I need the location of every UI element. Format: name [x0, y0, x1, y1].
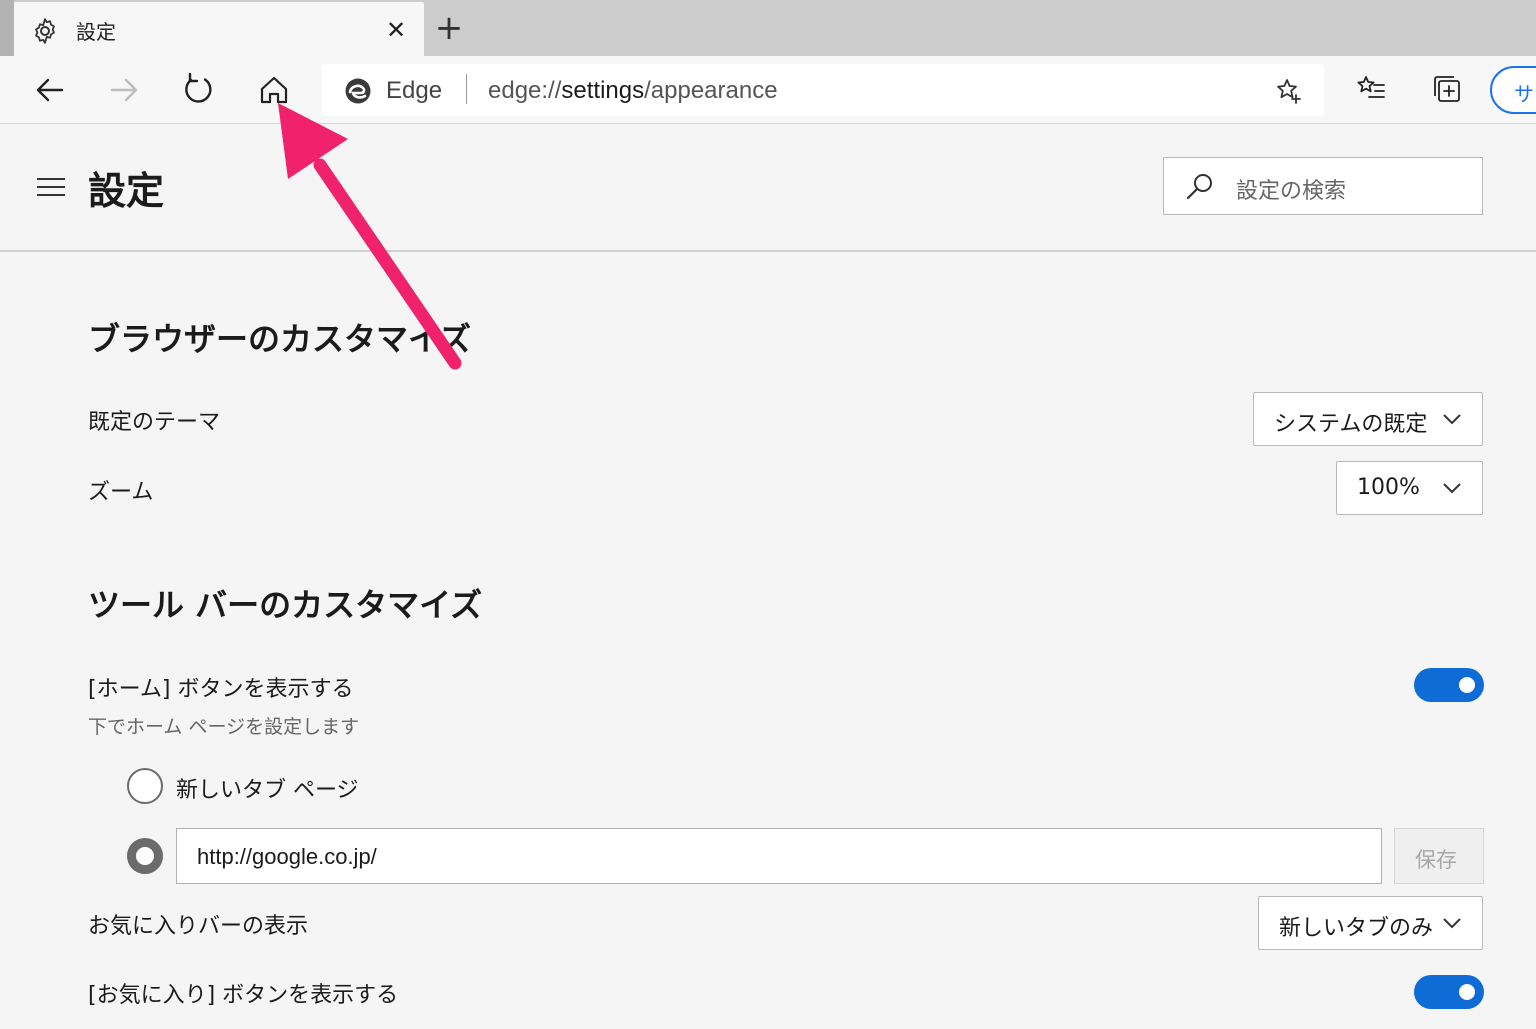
- refresh-icon[interactable]: [179, 70, 219, 110]
- add-favorite-star-icon[interactable]: [1274, 76, 1304, 106]
- tab-settings[interactable]: 設定 ✕: [14, 2, 424, 58]
- home-button-sublabel: 下でホーム ページを設定します: [88, 716, 360, 738]
- radio-custom-url[interactable]: [127, 838, 163, 874]
- chevron-down-icon: [1443, 483, 1461, 494]
- radio-new-tab-label: 新しいタブ ページ: [176, 778, 359, 803]
- annotation-arrow: [278, 103, 462, 370]
- gear-icon: [35, 18, 55, 44]
- save-button[interactable]: 保存: [1394, 828, 1484, 884]
- home-button-toggle[interactable]: [1414, 668, 1484, 702]
- settings-search-input[interactable]: 設定の検索: [1163, 157, 1483, 215]
- zoom-label: ズーム: [88, 480, 154, 505]
- tab-strip-edge: [0, 0, 14, 56]
- chevron-down-icon: [1443, 414, 1461, 425]
- address-bar[interactable]: Edge edge://settings/appearance: [322, 64, 1324, 116]
- favorites-button-label: [お気に入り] ボタンを表示する: [88, 983, 399, 1008]
- zoom-value: 100%: [1357, 475, 1420, 500]
- url-text[interactable]: edge://settings/appearance: [488, 77, 778, 105]
- search-placeholder: 設定の検索: [1236, 179, 1347, 204]
- forward-arrow-icon[interactable]: [104, 70, 144, 110]
- favorites-button-toggle[interactable]: [1414, 975, 1484, 1009]
- search-icon: [1186, 174, 1212, 200]
- collections-icon[interactable]: [1430, 72, 1464, 106]
- home-button-label: [ホーム] ボタンを表示する: [88, 677, 354, 702]
- theme-label: 既定のテーマ: [88, 410, 221, 435]
- zoom-dropdown[interactable]: 100%: [1336, 461, 1483, 515]
- browser-toolbar: Edge edge://settings/appearance サ: [0, 56, 1536, 124]
- page-title: 設定: [88, 169, 165, 213]
- section-title-toolbar: ツール バーのカスタマイズ: [88, 586, 483, 624]
- toggle-knob: [1459, 677, 1475, 693]
- chevron-down-icon: [1443, 918, 1461, 929]
- tab-strip: 設定 ✕ +: [0, 0, 1536, 58]
- favorites-bar-dropdown[interactable]: 新しいタブのみ: [1258, 896, 1483, 950]
- toggle-knob: [1459, 984, 1475, 1000]
- header-divider: [0, 250, 1536, 252]
- tab-title: 設定: [76, 20, 116, 44]
- theme-value: システムの既定: [1274, 412, 1428, 437]
- save-button-label: 保存: [1415, 848, 1457, 872]
- new-tab-button[interactable]: +: [432, 11, 466, 46]
- radio-new-tab-page[interactable]: [127, 768, 163, 804]
- favorites-bar-label: お気に入りバーの表示: [88, 914, 309, 939]
- favorites-bar-value: 新しいタブのみ: [1279, 916, 1434, 941]
- theme-dropdown[interactable]: システムの既定: [1253, 392, 1483, 446]
- back-arrow-icon[interactable]: [30, 70, 70, 110]
- home-url-input[interactable]: http://google.co.jp/: [176, 828, 1382, 884]
- profile-button[interactable]: サ: [1490, 66, 1536, 114]
- close-icon[interactable]: ✕: [382, 16, 410, 44]
- menu-hamburger-icon[interactable]: [36, 176, 66, 198]
- favorites-list-icon[interactable]: [1354, 72, 1388, 106]
- home-url-value: http://google.co.jp/: [197, 844, 377, 869]
